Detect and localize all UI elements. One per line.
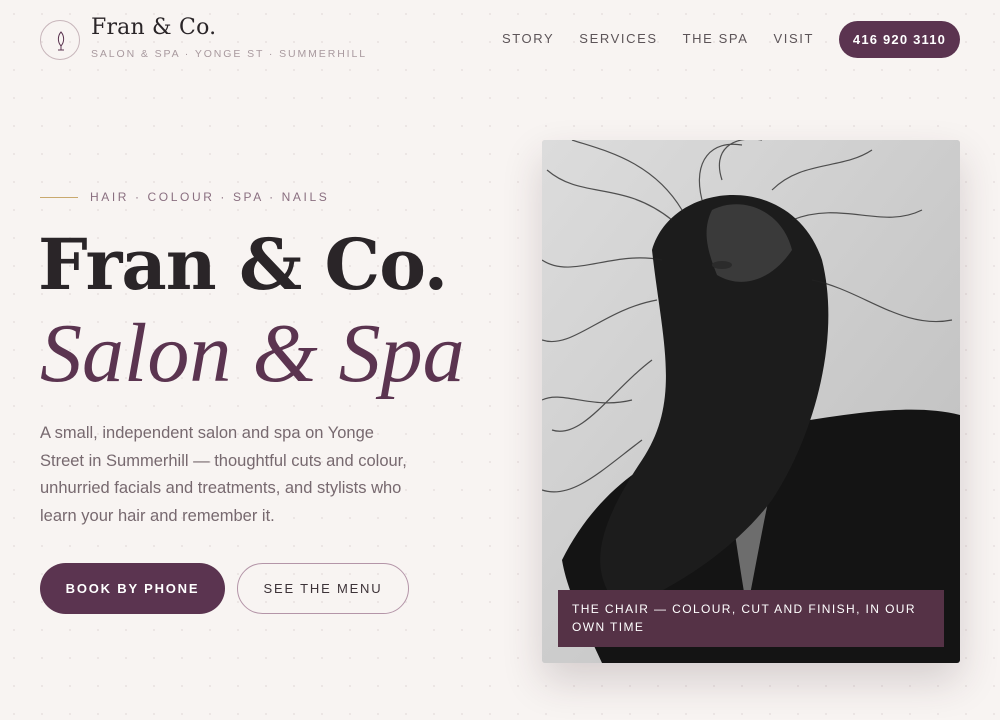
- hero-title: Fran & Co.: [38, 223, 448, 306]
- photo-caption: THE CHAIR — COLOUR, CUT AND FINISH, IN O…: [558, 590, 944, 647]
- phone-button[interactable]: 416 920 3110: [839, 21, 960, 58]
- see-the-menu-button[interactable]: SEE THE MENU: [237, 563, 409, 614]
- hero-photo: THE CHAIR — COLOUR, CUT AND FINISH, IN O…: [542, 140, 960, 663]
- eyebrow-rule: [40, 196, 78, 198]
- hero-description: A small, independent salon and spa on Yo…: [40, 424, 407, 525]
- logo-mark[interactable]: [40, 20, 80, 60]
- book-by-phone-button[interactable]: BOOK BY PHONE: [40, 563, 225, 614]
- leaf-icon: [57, 31, 65, 51]
- site-header: Fran & Co. SALON & SPA · YONGE ST · SUMM…: [40, 15, 960, 60]
- nav-visit[interactable]: VISIT: [773, 31, 814, 46]
- hero-subtitle: Salon & Spa: [40, 307, 465, 400]
- main-nav: STORY SERVICES THE SPA VISIT: [477, 31, 814, 46]
- eyebrow-text: HAIR · COLOUR · SPA · NAILS: [90, 190, 330, 204]
- brand-name[interactable]: Fran & Co.: [91, 15, 216, 40]
- hero-eyebrow: HAIR · COLOUR · SPA · NAILS: [40, 190, 329, 204]
- portrait-illustration: [542, 140, 960, 663]
- nav-the-spa[interactable]: THE SPA: [683, 31, 749, 46]
- nav-services[interactable]: SERVICES: [579, 31, 657, 46]
- brand-tagline: SALON & SPA · YONGE ST · SUMMERHILL: [91, 48, 367, 60]
- nav-story[interactable]: STORY: [502, 31, 554, 46]
